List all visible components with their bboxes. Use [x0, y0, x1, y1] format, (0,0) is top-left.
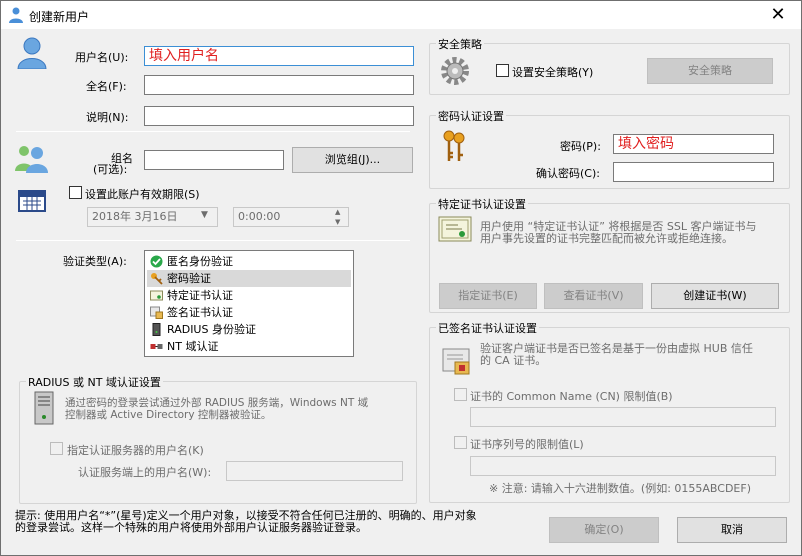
- serial-limit-input[interactable]: [470, 456, 776, 476]
- calendar-icon: [18, 190, 46, 212]
- security-policy-checkbox[interactable]: [496, 64, 509, 77]
- check-icon: [150, 255, 163, 268]
- specific-cert-title: 特定证书认证设置: [436, 196, 528, 212]
- server-username-label: 认证服务端上的用户名(W):: [78, 466, 212, 479]
- security-policy-title: 安全策略: [436, 36, 484, 52]
- radius-desc-line2: 控制器或 Active Directory 控制器被验证。: [65, 409, 272, 421]
- window-title: 创建新用户: [29, 10, 90, 24]
- auth-type-item[interactable]: 特定证书认证: [147, 287, 351, 304]
- expire-date-input[interactable]: 2018年 3月16日: [87, 207, 218, 227]
- auth-type-label: 签名证书认证: [167, 306, 233, 319]
- certificate-icon: [438, 216, 472, 242]
- username-label: 用户名(U):: [75, 51, 129, 64]
- cn-limit-checkbox[interactable]: [454, 388, 467, 401]
- signed-cert-title: 已签名证书认证设置: [436, 320, 539, 336]
- group-optional-label: (可选):: [93, 163, 128, 176]
- auth-type-item[interactable]: 密码验证: [147, 270, 351, 287]
- cn-limit-input[interactable]: [470, 407, 776, 427]
- view-cert-button[interactable]: 查看证书(V): [544, 283, 643, 309]
- dropdown-arrow-icon[interactable]: ▼: [201, 210, 208, 220]
- confirm-password-label: 确认密码(C):: [536, 167, 600, 180]
- separator: [16, 240, 410, 241]
- auth-type-label: 匿名身份验证: [167, 255, 233, 268]
- fullname-label: 全名(F):: [86, 80, 127, 93]
- expire-label: 设置此账户有效期限(S): [85, 188, 200, 201]
- serial-limit-label: 证书序列号的限制值(L): [470, 438, 584, 451]
- serial-limit-checkbox[interactable]: [454, 436, 467, 449]
- signed-cert-desc-line2: 的 CA 证书。: [480, 354, 547, 367]
- group-input[interactable]: [144, 150, 284, 170]
- auth-type-label: 特定证书认证: [167, 289, 233, 302]
- description-input[interactable]: [144, 106, 414, 126]
- user-avatar-icon: [17, 37, 47, 69]
- specify-cert-button[interactable]: 指定证书(E): [439, 283, 537, 309]
- signed-cert-icon: [442, 348, 470, 375]
- specify-server-name-label: 指定认证服务器的用户名(K): [67, 444, 204, 457]
- auth-type-item[interactable]: 匿名身份验证: [147, 253, 351, 270]
- dialog-window: 创建新用户 ✕ 用户名(U): 填入用户名 全名(F): 说明(N): 组名 (…: [0, 0, 802, 556]
- auth-type-item[interactable]: NT 域认证: [147, 338, 351, 355]
- description-label: 说明(N):: [86, 111, 129, 124]
- gear-icon: [441, 57, 469, 85]
- cn-limit-label: 证书的 Common Name (CN) 限制值(B): [470, 390, 673, 403]
- expire-time-input[interactable]: 0:00:00: [233, 207, 349, 227]
- user-icon: [9, 7, 23, 23]
- hex-note: ※ 注意: 请输入十六进制数值。(例如: 0155ABCDEF): [489, 482, 752, 495]
- auth-type-label: 验证类型(A):: [63, 255, 127, 268]
- auth-type-label: 密码验证: [167, 272, 211, 285]
- specific-cert-desc-line2: 用户事先设置的证书完整匹配而被允许或拒绝连接。: [480, 232, 733, 245]
- browse-group-button[interactable]: 浏览组(J)...: [292, 147, 413, 173]
- certificate-icon: [150, 289, 163, 302]
- spinner-icon[interactable]: ▲ ▼: [335, 207, 340, 227]
- specify-server-name-checkbox[interactable]: [50, 442, 63, 455]
- password-group-title: 密码认证设置: [436, 108, 506, 124]
- network-icon: [150, 340, 163, 353]
- signed-cert-icon: [150, 306, 163, 319]
- close-icon[interactable]: ✕: [755, 1, 801, 29]
- title-bar: 创建新用户 ✕: [1, 1, 801, 29]
- ok-button[interactable]: 确定(O): [549, 517, 659, 543]
- separator: [16, 131, 410, 132]
- key-icon: [150, 272, 163, 285]
- hint-line2: 的登录尝试。这样一个特殊的用户将使用外部用户认证服务器验证登录。: [15, 521, 367, 534]
- radius-group-title: RADIUS 或 NT 域认证设置: [26, 374, 163, 390]
- confirm-password-input[interactable]: [613, 162, 774, 182]
- auth-type-item[interactable]: 签名证书认证: [147, 304, 351, 321]
- group-icon: [15, 146, 48, 173]
- auth-type-label: NT 域认证: [167, 340, 219, 353]
- auth-type-list[interactable]: 匿名身份验证 密码验证特定证书认证 签名证书认证 RADIUS 身份验证 NT 域认证: [144, 250, 354, 357]
- username-input[interactable]: 填入用户名: [144, 46, 414, 66]
- expire-time-value: 0:00:00: [238, 210, 281, 223]
- cancel-button[interactable]: 取消: [677, 517, 787, 543]
- fullname-input[interactable]: [144, 75, 414, 95]
- auth-type-item[interactable]: RADIUS 身份验证: [147, 321, 351, 338]
- expire-date-value: 2018年 3月16日: [92, 210, 178, 223]
- server-icon: [34, 391, 54, 425]
- expire-checkbox[interactable]: [69, 186, 82, 199]
- keys-icon: [443, 130, 465, 161]
- password-input[interactable]: 填入密码: [613, 134, 774, 154]
- auth-type-label: RADIUS 身份验证: [167, 323, 256, 336]
- security-policy-checkbox-label: 设置安全策略(Y): [512, 66, 594, 79]
- create-cert-button[interactable]: 创建证书(W): [651, 283, 779, 309]
- security-policy-button[interactable]: 安全策略: [647, 58, 773, 84]
- server-icon: [150, 323, 163, 336]
- password-label: 密码(P):: [560, 140, 601, 153]
- server-username-input[interactable]: [226, 461, 403, 481]
